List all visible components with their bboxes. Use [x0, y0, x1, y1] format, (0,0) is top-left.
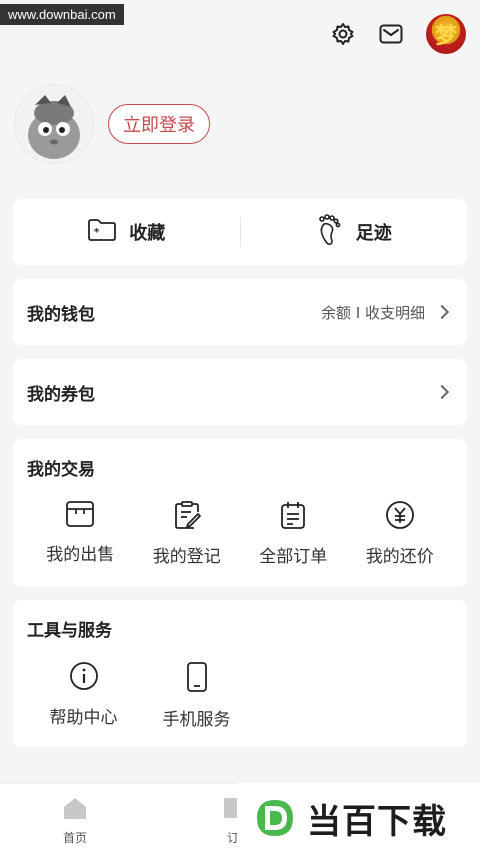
order-icon — [279, 500, 307, 534]
footprint-label: 足迹 — [355, 223, 392, 244]
trade-title: 我的交易 — [27, 460, 95, 480]
wallet-detail-group: 余额 I 收支明细 — [321, 302, 453, 323]
home-icon — [62, 796, 88, 823]
coupon-chevron-group — [434, 384, 453, 400]
yen-icon — [385, 500, 415, 534]
my-counteroffer-button[interactable]: 我的还价 — [347, 500, 454, 567]
favorites-button[interactable]: * 收藏 — [13, 218, 240, 247]
favorites-label: 收藏 — [129, 223, 166, 244]
svg-text:*: * — [94, 227, 100, 238]
phone-service-button[interactable]: 手机服务 — [140, 661, 253, 730]
chevron-right-icon — [434, 304, 450, 320]
gear-icon[interactable] — [330, 21, 356, 47]
mail-icon[interactable] — [378, 21, 404, 47]
wallet-title: 我的钱包 — [27, 304, 95, 325]
phone-service-label: 手机服务 — [162, 710, 231, 730]
my-counteroffer-label: 我的还价 — [365, 547, 434, 567]
coupon-title: 我的券包 — [27, 384, 95, 405]
tab-home[interactable]: 首页 — [62, 796, 88, 846]
wallet-row[interactable]: 我的钱包 余额 I 收支明细 — [13, 279, 467, 345]
help-center-button[interactable]: 帮助中心 — [27, 661, 140, 730]
login-button[interactable]: 立即登录 — [108, 104, 210, 144]
avatar-char: 梦 — [434, 23, 457, 49]
my-sales-label: 我的出售 — [46, 545, 115, 565]
trade-grid: 我的出售 我的登记 全部订单 我的还价 — [27, 500, 453, 567]
shortcut-card: * 收藏 足迹 — [13, 199, 467, 265]
header-actions: 梦 — [330, 14, 466, 54]
profile-section: 立即登录 — [14, 84, 210, 164]
brand-watermark: 当百下载 — [237, 783, 480, 853]
all-orders-button[interactable]: 全部订单 — [240, 500, 347, 567]
trade-section: 我的交易 我的出售 我的登记 全部订单 我的还价 — [13, 439, 467, 586]
brand-text: 当百下载 — [307, 801, 447, 842]
footprint-icon — [316, 213, 344, 251]
footprint-button[interactable]: 足迹 — [241, 213, 468, 251]
coupon-row[interactable]: 我的券包 — [13, 359, 467, 425]
tools-title: 工具与服务 — [27, 621, 112, 641]
wallet-detail: 余额 I 收支明细 — [321, 303, 425, 322]
folder-star-icon: * — [87, 218, 117, 247]
brand-logo-icon — [251, 794, 299, 842]
my-register-label: 我的登记 — [152, 547, 221, 567]
avatar[interactable] — [14, 84, 94, 164]
user-avatar-small[interactable]: 梦 — [426, 14, 466, 54]
help-center-label: 帮助中心 — [49, 708, 118, 728]
chevron-right-icon — [434, 384, 450, 400]
watermark-text: www.downbai.com — [0, 4, 124, 25]
phone-icon — [185, 661, 209, 697]
info-icon — [69, 661, 99, 695]
register-icon — [172, 500, 202, 534]
tools-grid: 帮助中心 手机服务 — [27, 661, 453, 730]
shop-icon — [65, 500, 95, 532]
tools-section: 工具与服务 帮助中心 手机服务 — [13, 600, 467, 747]
my-sales-button[interactable]: 我的出售 — [27, 500, 134, 567]
tab-home-label: 首页 — [62, 831, 87, 845]
my-register-button[interactable]: 我的登记 — [134, 500, 241, 567]
all-orders-label: 全部订单 — [259, 547, 328, 567]
